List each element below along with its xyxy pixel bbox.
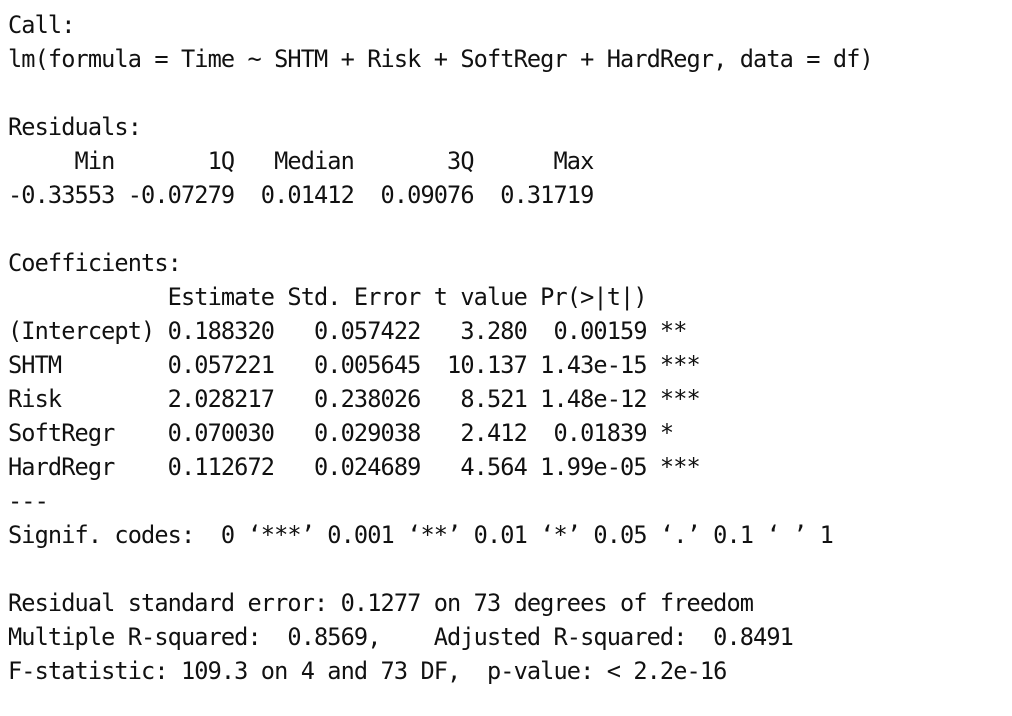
- call-formula: lm(formula = Time ~ SHTM + Risk + SoftRe…: [8, 45, 874, 73]
- residual-standard-error: Residual standard error: 0.1277 on 73 de…: [8, 589, 754, 617]
- f-statistic-summary: F-statistic: 109.3 on 4 and 73 DF, p-val…: [8, 657, 727, 685]
- coef-row-softregr: SoftRegr 0.070030 0.029038 2.412 0.01839…: [8, 419, 700, 447]
- call-header: Call:: [8, 11, 75, 39]
- r-console-output: Call: lm(formula = Time ~ SHTM + Risk + …: [0, 0, 1012, 716]
- coef-row-shtm: SHTM 0.057221 0.005645 10.137 1.43e-15 *…: [8, 351, 701, 379]
- r-squared-summary: Multiple R-squared: 0.8569, Adjusted R-s…: [8, 623, 807, 651]
- coef-row-risk: Risk 2.028217 0.238026 8.521 1.48e-12 **…: [8, 385, 701, 413]
- coefficients-header: Coefficients:: [8, 249, 182, 277]
- coefficients-column-headers: Estimate Std. Error t value Pr(>|t|): [8, 283, 700, 311]
- signif-codes: Signif. codes: 0 ‘***’ 0.001 ‘**’ 0.01 ‘…: [8, 521, 834, 549]
- residuals-header: Residuals:: [8, 113, 142, 141]
- residuals-quantile-labels: Min 1Q Median 3Q Max: [8, 147, 607, 175]
- coef-row-intercept: (Intercept) 0.188320 0.057422 3.280 0.00…: [8, 317, 700, 345]
- residuals-quantile-values: -0.33553 -0.07279 0.01412 0.09076 0.3171…: [8, 181, 607, 209]
- separator-line: ---: [8, 487, 49, 515]
- coef-row-hardregr: HardRegr 0.112672 0.024689 4.564 1.99e-0…: [8, 453, 701, 481]
